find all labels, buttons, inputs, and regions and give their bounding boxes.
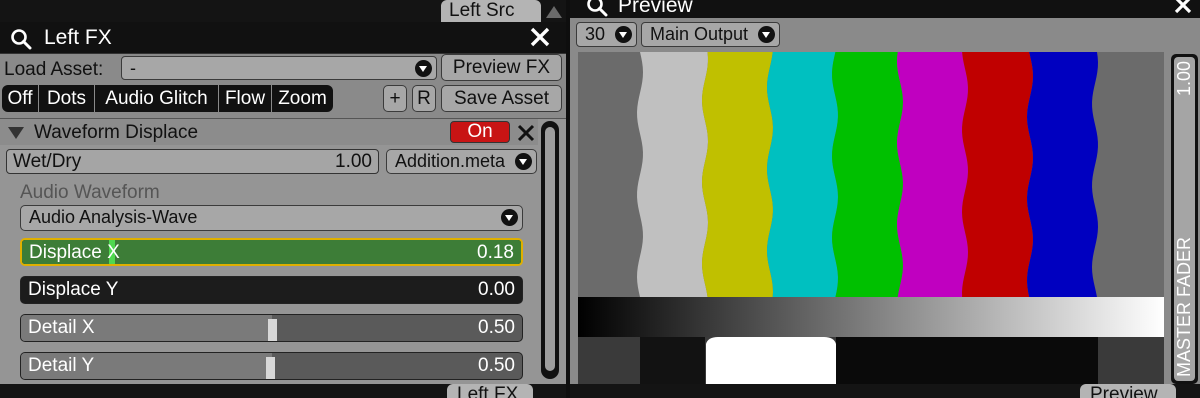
color-bar bbox=[767, 52, 838, 297]
left-fx-panel: Left Src Left FX Load Asset: - Preview F… bbox=[0, 0, 566, 398]
param-name: Displace X bbox=[29, 242, 120, 263]
fx-preset-tabs: Off Dots Audio Glitch Flow Zoom bbox=[2, 85, 333, 112]
chevron-down-icon bbox=[415, 60, 432, 77]
chevron-down-icon bbox=[615, 26, 632, 43]
wet-dry-label: Wet/Dry bbox=[13, 151, 82, 172]
param-slider-detail-y[interactable]: Detail Y 0.50 bbox=[20, 352, 523, 380]
effect-on-toggle[interactable]: On bbox=[450, 121, 510, 143]
audio-section-label: Audio Waveform bbox=[20, 182, 160, 203]
preview-output-image bbox=[578, 52, 1164, 384]
effect-header: Waveform Displace On bbox=[0, 119, 538, 145]
fps-value: 30 bbox=[585, 24, 606, 44]
close-icon[interactable] bbox=[530, 27, 550, 47]
slider-handle[interactable] bbox=[266, 357, 275, 379]
audio-source-dropdown[interactable]: Audio Analysis-Wave bbox=[20, 205, 523, 231]
smpte-color-bars-image bbox=[578, 52, 1164, 384]
param-value: 0.18 bbox=[477, 242, 514, 263]
wet-dry-slider[interactable]: Wet/Dry 1.00 bbox=[6, 149, 379, 174]
fader-label: MASTER FADER bbox=[1174, 236, 1194, 377]
color-bar bbox=[1027, 52, 1098, 297]
param-slider-displace-x[interactable]: Displace X 0.18 bbox=[20, 238, 523, 266]
left-fx-body: Load Asset: - Preview FX Off Dots Audio … bbox=[0, 54, 566, 384]
fx-tab-audio-glitch[interactable]: Audio Glitch bbox=[95, 85, 219, 112]
panel-corner-icon bbox=[546, 6, 562, 18]
search-icon[interactable] bbox=[586, 0, 608, 17]
fps-dropdown[interactable]: 30 bbox=[576, 22, 637, 47]
fx-tab-dots[interactable]: Dots bbox=[39, 85, 95, 112]
tab-left-fx[interactable]: Left FX bbox=[447, 384, 533, 398]
fader-value: 1.00 bbox=[1174, 61, 1194, 97]
output-dropdown[interactable]: Main Output bbox=[641, 22, 780, 47]
save-asset-button[interactable]: Save Asset bbox=[441, 85, 562, 112]
preview-panel: Preview 30 Main Output 1.00 MASTER FADER… bbox=[570, 0, 1200, 398]
fx-tab-zoom[interactable]: Zoom bbox=[272, 85, 333, 112]
effect-waveform-displace: Waveform Displace On Wet/Dry 1.00 Additi… bbox=[0, 118, 566, 384]
param-name: Detail X bbox=[28, 317, 95, 338]
left-fx-titlebar: Left FX bbox=[0, 22, 566, 54]
color-bar bbox=[897, 52, 968, 297]
preview-fx-button[interactable]: Preview FX bbox=[441, 54, 562, 81]
color-bar bbox=[637, 52, 708, 297]
blend-mode-value: Addition.meta bbox=[395, 151, 506, 171]
slider-handle[interactable] bbox=[268, 319, 277, 341]
load-asset-dropdown[interactable]: - bbox=[121, 56, 437, 80]
tab-preview[interactable]: Preview bbox=[1080, 384, 1176, 398]
scrollbar-thumb[interactable] bbox=[545, 127, 555, 371]
color-bar bbox=[832, 52, 903, 297]
chevron-down-icon bbox=[501, 209, 518, 226]
fx-tab-off[interactable]: Off bbox=[2, 85, 39, 112]
close-icon[interactable] bbox=[517, 124, 535, 142]
effect-name: Waveform Displace bbox=[34, 122, 199, 143]
param-value: 0.00 bbox=[478, 279, 515, 300]
add-fx-button[interactable]: + bbox=[383, 85, 407, 112]
master-fader[interactable]: 1.00 MASTER FADER bbox=[1171, 54, 1198, 384]
param-name: Detail Y bbox=[28, 355, 95, 376]
color-bar bbox=[702, 52, 773, 297]
param-value: 0.50 bbox=[478, 317, 515, 338]
preview-body: 30 Main Output 1.00 MASTER FADER bbox=[570, 18, 1200, 384]
fader-track[interactable]: 1.00 MASTER FADER bbox=[1174, 57, 1195, 381]
collapse-triangle-icon[interactable] bbox=[8, 127, 24, 139]
param-slider-displace-y[interactable]: Displace Y 0.00 bbox=[20, 276, 523, 304]
load-asset-value: - bbox=[130, 58, 136, 78]
search-icon[interactable] bbox=[10, 28, 32, 50]
output-value: Main Output bbox=[650, 24, 749, 44]
panel-title: Left FX bbox=[44, 26, 112, 49]
fx-tab-flow[interactable]: Flow bbox=[219, 85, 272, 112]
reset-fx-button[interactable]: R bbox=[412, 85, 436, 112]
chevron-down-icon bbox=[515, 153, 532, 170]
chevron-down-icon bbox=[758, 26, 775, 43]
preview-titlebar: Preview bbox=[570, 0, 1200, 18]
preview-title: Preview bbox=[618, 0, 693, 17]
color-bar bbox=[962, 52, 1033, 297]
param-name: Displace Y bbox=[28, 279, 119, 300]
close-icon[interactable] bbox=[1174, 0, 1192, 14]
wet-dry-value: 1.00 bbox=[335, 151, 372, 172]
audio-source-value: Audio Analysis-Wave bbox=[29, 207, 198, 227]
blend-mode-dropdown[interactable]: Addition.meta bbox=[386, 149, 537, 174]
param-value: 0.50 bbox=[478, 355, 515, 376]
load-asset-label: Load Asset: bbox=[4, 59, 104, 80]
param-slider-detail-x[interactable]: Detail X 0.50 bbox=[20, 314, 523, 342]
tab-left-src[interactable]: Left Src bbox=[441, 0, 541, 22]
effect-scrollbar[interactable] bbox=[541, 121, 559, 379]
